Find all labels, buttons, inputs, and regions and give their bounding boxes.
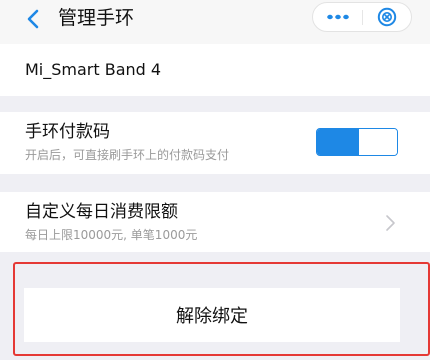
- navigation-bar: 管理手环: [0, 0, 430, 44]
- manage-band-screen: 管理手环 Mi_Smart Band 4 手环付款码 开启后，可直接刷手环上的付…: [0, 0, 430, 360]
- close-circle-icon: [377, 7, 397, 27]
- page-title: 管理手环: [58, 7, 135, 29]
- payment-code-subtitle: 开启后，可直接刷手环上的付款码支付: [25, 148, 230, 162]
- spending-limit-subtitle: 每日上限10000元, 单笔1000元: [25, 228, 198, 242]
- more-dots-icon: [327, 14, 349, 20]
- toggle-knob: [359, 129, 397, 155]
- unbind-button[interactable]: 解除绑定: [24, 288, 400, 342]
- spending-limit-title: 自定义每日消费限额: [25, 202, 178, 222]
- payment-code-title: 手环付款码: [25, 122, 110, 142]
- more-button[interactable]: [313, 3, 363, 31]
- device-name: Mi_Smart Band 4: [25, 60, 162, 79]
- chevron-right-icon: [386, 215, 395, 231]
- payment-code-toggle[interactable]: [316, 128, 398, 156]
- spending-limit-row[interactable]: 自定义每日消费限额 每日上限10000元, 单笔1000元: [0, 192, 430, 252]
- chevron-left-icon: [27, 9, 39, 29]
- payment-code-row: 手环付款码 开启后，可直接刷手环上的付款码支付: [0, 112, 430, 174]
- close-button[interactable]: [363, 3, 411, 31]
- mini-program-capsule: [312, 2, 412, 32]
- back-button[interactable]: [20, 6, 46, 32]
- toggle-track-fill: [317, 129, 359, 155]
- device-name-row: Mi_Smart Band 4: [0, 44, 430, 96]
